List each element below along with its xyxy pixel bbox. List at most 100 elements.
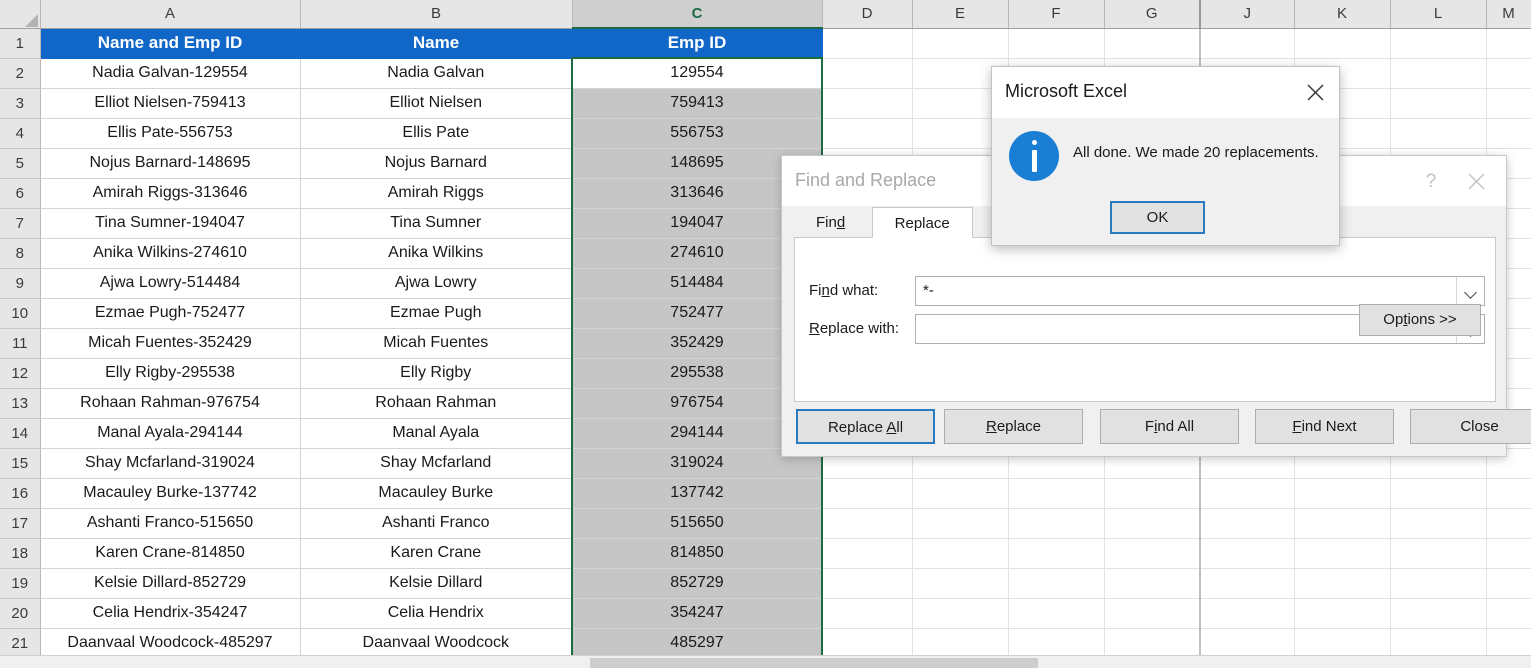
cell-k16[interactable] <box>1294 478 1391 509</box>
cell-a4[interactable]: Ellis Pate-556753 <box>40 118 301 149</box>
cell-m21[interactable] <box>1486 628 1531 659</box>
cell-d2[interactable] <box>822 58 913 89</box>
cell-a5[interactable]: Nojus Barnard-148695 <box>40 148 301 179</box>
replace-button[interactable]: Replace <box>944 409 1083 444</box>
cell-j1[interactable] <box>1199 28 1295 59</box>
cell-l3[interactable] <box>1390 88 1487 119</box>
cell-a18[interactable]: Karen Crane-814850 <box>40 538 301 569</box>
cell-b12[interactable]: Elly Rigby <box>300 358 573 389</box>
cell-a3[interactable]: Elliot Nielsen-759413 <box>40 88 301 119</box>
cell-a12[interactable]: Elly Rigby-295538 <box>40 358 301 389</box>
cell-g16[interactable] <box>1104 478 1201 509</box>
column-header-b[interactable]: B <box>300 0 573 29</box>
close-icon[interactable] <box>1460 166 1492 198</box>
cell-c20[interactable]: 354247 <box>571 598 823 629</box>
row-header-21[interactable]: 21 <box>0 628 41 659</box>
cell-b3[interactable]: Elliot Nielsen <box>300 88 573 119</box>
tab-find[interactable]: Find <box>794 207 867 238</box>
column-header-g[interactable]: G <box>1104 0 1201 29</box>
cell-j21[interactable] <box>1199 628 1295 659</box>
cell-b10[interactable]: Ezmae Pugh <box>300 298 573 329</box>
row-header-19[interactable]: 19 <box>0 568 41 599</box>
cell-f16[interactable] <box>1008 478 1105 509</box>
chevron-down-icon[interactable] <box>1456 277 1484 305</box>
cell-c1[interactable]: Emp ID <box>572 28 823 59</box>
row-header-11[interactable]: 11 <box>0 328 41 359</box>
row-header-20[interactable]: 20 <box>0 598 41 629</box>
cell-m2[interactable] <box>1486 58 1531 89</box>
row-header-7[interactable]: 7 <box>0 208 41 239</box>
cell-a6[interactable]: Amirah Riggs-313646 <box>40 178 301 209</box>
cell-a9[interactable]: Ajwa Lowry-514484 <box>40 268 301 299</box>
cell-m17[interactable] <box>1486 508 1531 539</box>
row-header-17[interactable]: 17 <box>0 508 41 539</box>
column-header-c[interactable]: C <box>572 0 823 29</box>
cell-l4[interactable] <box>1390 118 1487 149</box>
row-header-1[interactable]: 1 <box>0 28 41 59</box>
cell-a11[interactable]: Micah Fuentes-352429 <box>40 328 301 359</box>
cell-c4[interactable]: 556753 <box>571 118 823 149</box>
cell-l20[interactable] <box>1390 598 1487 629</box>
options-button[interactable]: Options >> <box>1359 304 1481 336</box>
cell-g21[interactable] <box>1104 628 1201 659</box>
row-header-8[interactable]: 8 <box>0 238 41 269</box>
cell-a2[interactable]: Nadia Galvan-129554 <box>40 58 301 89</box>
cell-b4[interactable]: Ellis Pate <box>300 118 573 149</box>
cell-e16[interactable] <box>912 478 1009 509</box>
column-header-d[interactable]: D <box>822 0 913 29</box>
cell-f19[interactable] <box>1008 568 1105 599</box>
help-icon[interactable]: ? <box>1418 169 1444 195</box>
row-header-12[interactable]: 12 <box>0 358 41 389</box>
cell-g1[interactable] <box>1104 28 1201 59</box>
row-header-10[interactable]: 10 <box>0 298 41 329</box>
close-button[interactable]: Close <box>1410 409 1531 444</box>
column-header-a[interactable]: A <box>40 0 301 29</box>
find-all-button[interactable]: Find All <box>1100 409 1239 444</box>
cell-l1[interactable] <box>1390 28 1487 59</box>
row-header-6[interactable]: 6 <box>0 178 41 209</box>
cell-d1[interactable] <box>822 28 913 59</box>
cell-k18[interactable] <box>1294 538 1391 569</box>
cell-j16[interactable] <box>1199 478 1295 509</box>
cell-j17[interactable] <box>1199 508 1295 539</box>
cell-j20[interactable] <box>1199 598 1295 629</box>
cell-b6[interactable]: Amirah Riggs <box>300 178 573 209</box>
cell-e20[interactable] <box>912 598 1009 629</box>
cell-c18[interactable]: 814850 <box>571 538 823 569</box>
cell-f1[interactable] <box>1008 28 1105 59</box>
cell-f17[interactable] <box>1008 508 1105 539</box>
column-header-l[interactable]: L <box>1390 0 1487 29</box>
cell-b9[interactable]: Ajwa Lowry <box>300 268 573 299</box>
cell-d16[interactable] <box>822 478 913 509</box>
row-header-9[interactable]: 9 <box>0 268 41 299</box>
cell-a13[interactable]: Rohaan Rahman-976754 <box>40 388 301 419</box>
column-header-m[interactable]: M <box>1486 0 1531 29</box>
cell-m16[interactable] <box>1486 478 1531 509</box>
cell-g20[interactable] <box>1104 598 1201 629</box>
cell-m4[interactable] <box>1486 118 1531 149</box>
cell-l17[interactable] <box>1390 508 1487 539</box>
cell-b21[interactable]: Daanvaal Woodcock <box>300 628 573 659</box>
cell-e17[interactable] <box>912 508 1009 539</box>
row-header-14[interactable]: 14 <box>0 418 41 449</box>
cell-d4[interactable] <box>822 118 913 149</box>
cell-f18[interactable] <box>1008 538 1105 569</box>
horizontal-scrollbar[interactable] <box>0 655 1531 668</box>
cell-d17[interactable] <box>822 508 913 539</box>
cell-c3[interactable]: 759413 <box>571 88 823 119</box>
row-header-3[interactable]: 3 <box>0 88 41 119</box>
cell-m1[interactable] <box>1486 28 1531 59</box>
cell-m3[interactable] <box>1486 88 1531 119</box>
cell-a8[interactable]: Anika Wilkins-274610 <box>40 238 301 269</box>
cell-b1[interactable]: Name <box>300 28 573 59</box>
cell-c2[interactable]: 129554 <box>571 57 823 89</box>
row-header-15[interactable]: 15 <box>0 448 41 479</box>
cell-a7[interactable]: Tina Sumner-194047 <box>40 208 301 239</box>
row-header-2[interactable]: 2 <box>0 58 41 89</box>
horizontal-scrollbar-thumb[interactable] <box>590 658 1038 668</box>
cell-j19[interactable] <box>1199 568 1295 599</box>
cell-l2[interactable] <box>1390 58 1487 89</box>
cell-m20[interactable] <box>1486 598 1531 629</box>
cell-b8[interactable]: Anika Wilkins <box>300 238 573 269</box>
cell-b20[interactable]: Celia Hendrix <box>300 598 573 629</box>
